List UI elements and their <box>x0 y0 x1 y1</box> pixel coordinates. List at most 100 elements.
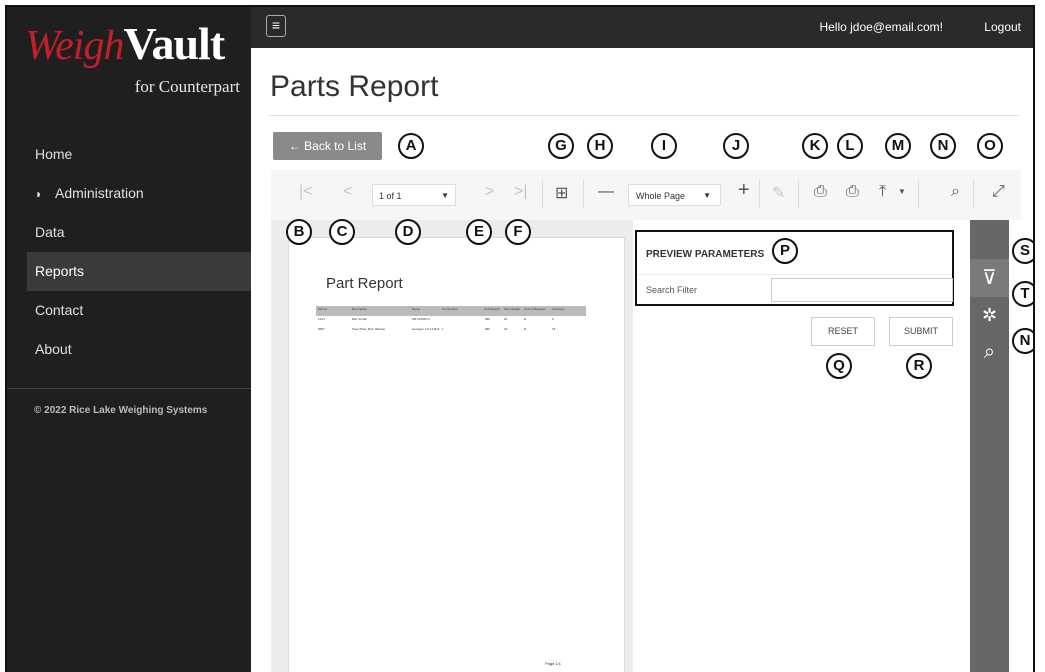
table-cell: Steel Plate, Bolt, Washer <box>352 327 386 331</box>
table-header-row: Part Id Description Name Lot Number Unit… <box>316 306 586 316</box>
table-cell: 5687 <box>318 327 325 331</box>
table-header-cell: Part Id <box>318 307 327 311</box>
menu-toggle-button[interactable]: ≡ <box>266 15 286 37</box>
back-to-list-button[interactable]: ← Back to List <box>273 132 382 160</box>
multipage-icon[interactable]: ⊞ <box>555 183 568 203</box>
table-cell: lb <box>524 327 527 331</box>
zoom-in-icon[interactable]: + <box>738 179 750 202</box>
callout-q: Q <box>826 353 852 379</box>
sidebar-item-label: Home <box>35 146 73 162</box>
table-cell: 1234 <box>318 317 325 321</box>
toolbar-divider <box>798 180 799 208</box>
sidebar-item-reports[interactable]: Reports <box>27 252 251 291</box>
callout-c: C <box>329 219 355 245</box>
parameters-title: PREVIEW PARAMETERS <box>646 249 765 260</box>
callout-a: A <box>398 133 424 159</box>
toolbar-divider <box>759 180 760 208</box>
chevron-down-icon: ▼ <box>703 191 711 200</box>
side-tab-bar: ⊽ ✲ ⌕ <box>970 220 1009 672</box>
fullscreen-icon[interactable]: ⤢ <box>992 183 1005 201</box>
callout-j: J <box>723 133 749 159</box>
table-cell: .098 <box>484 317 490 321</box>
page-title: Parts Report <box>270 70 439 103</box>
logo-weigh-text: Weigh <box>25 23 124 69</box>
print-page-icon[interactable]: ⎙ <box>846 183 859 201</box>
table-header-cell: Name <box>412 307 421 311</box>
shield-icon: ◗ <box>35 187 43 201</box>
last-page-icon[interactable]: >| <box>514 183 528 201</box>
table-cell: 20 <box>504 327 508 331</box>
sidebar-item-home[interactable]: Home <box>27 135 251 174</box>
callout-e: E <box>466 219 492 245</box>
table-cell: lb <box>524 317 527 321</box>
reset-button[interactable]: RESET <box>811 317 875 346</box>
callout-b: B <box>286 219 312 245</box>
parameters-divider <box>637 274 952 275</box>
zoom-select[interactable]: Whole Page ▼ <box>628 184 721 206</box>
sidebar-item-administration[interactable]: ◗ Administration <box>27 174 251 213</box>
page-footer: Page 1/1 <box>545 661 562 666</box>
copyright-text: © 2022 Rice Lake Weighing Systems <box>34 405 208 416</box>
callout-n: N <box>930 133 956 159</box>
print-icon[interactable]: ⎙ <box>814 183 827 201</box>
user-greeting: Hello jdoe@email.com! <box>819 20 943 34</box>
report-page: Part Report Part Id Description Name Lot… <box>288 237 625 672</box>
sidebar-item-about[interactable]: About <box>27 330 251 369</box>
table-header-cell: Unit Weight <box>484 307 500 311</box>
report-table: Part Id Description Name Lot Number Unit… <box>316 306 586 336</box>
table-header-cell: Inventory <box>552 307 565 311</box>
parameters-panel: PREVIEW PARAMETERS Search Filter RESET S… <box>633 220 970 672</box>
sidebar-item-contact[interactable]: Contact <box>27 291 251 330</box>
table-cell: 0 <box>552 317 554 321</box>
sidebar-item-label: About <box>35 341 72 357</box>
weighvault-logo[interactable]: WeighVault for Counterpart <box>25 17 240 107</box>
sidebar-item-label: Data <box>35 224 65 240</box>
first-page-icon[interactable]: |< <box>299 183 313 201</box>
report-title: Part Report <box>326 275 403 292</box>
table-cell: 15 <box>552 327 556 331</box>
callout-i: I <box>651 133 677 159</box>
callout-p: P <box>772 238 798 264</box>
previous-page-icon[interactable]: < <box>343 183 352 201</box>
sidebar-item-label: Contact <box>35 302 84 318</box>
title-divider <box>269 115 1019 116</box>
logo-tagline: for Counterpart <box>134 77 240 96</box>
callout-o: O <box>977 133 1003 159</box>
logout-link[interactable]: Logout <box>984 20 1021 34</box>
search-filter-label: Search Filter <box>646 285 698 295</box>
filter-icon[interactable]: ⊽ <box>970 259 1009 297</box>
submit-button[interactable]: SUBMIT <box>889 317 953 346</box>
sidebar-item-data[interactable]: Data <box>27 213 251 252</box>
sidebar-nav: Home ◗ Administration Data Reports Contac… <box>27 135 251 369</box>
search-icon[interactable]: ⌕ <box>970 334 1009 372</box>
table-cell: Hexagon 1/2-13 Bolt <box>412 327 440 331</box>
callout-d: D <box>395 219 421 245</box>
table-cell: 1 <box>442 327 444 331</box>
search-filter-input[interactable] <box>771 278 953 302</box>
zoom-out-icon[interactable]: — <box>598 183 614 201</box>
export-icon[interactable]: ⤒ <box>879 183 886 201</box>
toolbar-divider <box>973 180 974 208</box>
next-page-icon[interactable]: > <box>485 183 494 201</box>
zoom-value: Whole Page <box>636 191 686 201</box>
callout-n-secondary: N <box>1012 328 1033 354</box>
settings-gear-icon[interactable]: ✲ <box>970 297 1009 335</box>
sidebar-item-label: Administration <box>55 185 144 201</box>
sidebar: WeighVault for Counterpart Home ◗ Adminis… <box>7 7 251 672</box>
callout-g: G <box>548 133 574 159</box>
search-icon[interactable]: ⌕ <box>951 183 960 201</box>
table-cell: .085 <box>484 327 490 331</box>
chevron-down-icon: ▼ <box>441 191 449 200</box>
sidebar-item-label: Reports <box>35 263 85 279</box>
page-number-select[interactable]: 1 of 1 ▼ <box>372 184 456 206</box>
table-row: 1234 Bolt (small) AB 123456 m .098 20 lb… <box>316 316 586 326</box>
callout-m: M <box>885 133 911 159</box>
table-header-cell: Unit of Measure <box>524 307 546 311</box>
top-bar: ≡ Hello jdoe@email.com! Logout <box>251 7 1033 48</box>
highlight-editing-icon[interactable]: ✎ <box>772 183 785 203</box>
export-dropdown-icon[interactable]: ▼ <box>898 187 906 196</box>
table-header-cell: Tare Weight <box>504 307 520 311</box>
sidebar-divider <box>7 388 251 389</box>
table-header-cell: Lot Number <box>442 307 458 311</box>
callout-f: F <box>505 219 531 245</box>
